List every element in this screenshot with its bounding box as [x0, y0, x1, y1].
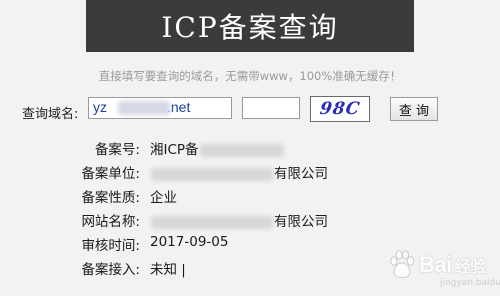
domain-label: 查询域名:	[22, 107, 79, 122]
result-row-icp-number: 备案号: 湘ICP备	[0, 138, 500, 160]
review-date-value: 2017-09-05	[150, 234, 229, 250]
icp-number-label: 备案号:	[94, 142, 140, 158]
access-value: 未知 |	[150, 262, 186, 278]
baidu-paw-icon	[390, 250, 415, 278]
watermark-text: Bai	[419, 252, 452, 277]
organizer-value: 有限公司	[150, 162, 328, 182]
nature-label: 备案性质:	[81, 190, 140, 206]
page-title: ICP备案查询	[86, 0, 414, 52]
watermark-text-2: 经验	[454, 259, 487, 276]
baidu-watermark: Bai 经验 jingyan.baidu.com	[388, 240, 500, 290]
query-hint: 直接填写要查询的域名，无需带www，100%准确无缓存！	[98, 69, 402, 83]
domain-prefix: yz	[93, 99, 107, 115]
site-name-label: 网站名称:	[81, 214, 140, 230]
review-date-label: 审核时间:	[81, 238, 140, 254]
redaction-blur	[151, 215, 273, 229]
icp-number-value: 湘ICP备	[150, 138, 285, 158]
site-name-value: 有限公司	[150, 210, 328, 230]
captcha-text: 98C	[318, 99, 362, 119]
domain-redaction	[118, 101, 170, 115]
redaction-blur	[199, 143, 284, 157]
query-button[interactable]: 查 询	[390, 97, 438, 121]
domain-suffix: .net	[167, 99, 191, 115]
organizer-label: 备案单位:	[81, 166, 140, 182]
captcha-input[interactable]	[242, 97, 300, 119]
redaction-blur	[151, 167, 273, 181]
query-form: 查询域名: yz .net 98C 查 询	[0, 95, 500, 127]
access-label: 备案接入:	[81, 262, 140, 278]
result-row-organizer: 备案单位: 有限公司	[0, 162, 500, 184]
result-row-nature: 备案性质: 企业	[0, 186, 500, 208]
watermark-subtext: jingyan.baidu.com	[440, 278, 500, 288]
result-row-site-name: 网站名称: 有限公司	[0, 210, 500, 232]
nature-value: 企业	[150, 190, 177, 206]
captcha-image[interactable]: 98C	[310, 96, 370, 122]
